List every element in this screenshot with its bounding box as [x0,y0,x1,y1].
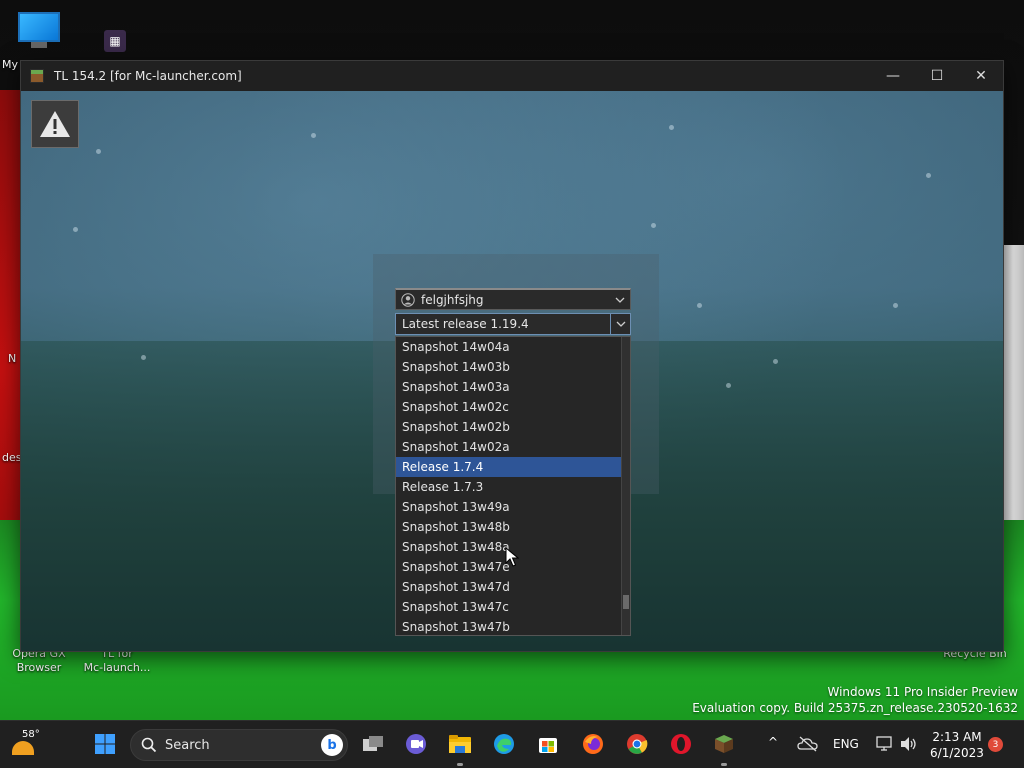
version-selected: Latest release 1.19.4 [402,317,529,331]
watermark-line-2: Evaluation copy. Build 25375.zn_release.… [692,701,1018,715]
microsoft-store-icon[interactable] [535,731,561,757]
volume-icon[interactable] [896,731,922,757]
tray-chevron-icon[interactable]: ^ [768,735,778,749]
tl-launcher-icon[interactable] [711,731,737,757]
desktop-label-des: des [2,451,22,464]
teams-chat-icon[interactable] [403,731,429,757]
maximize-button[interactable]: ☐ [915,61,959,91]
version-list-item[interactable]: Release 1.7.4 [396,457,622,477]
version-list-item[interactable]: Snapshot 13w47c [396,597,622,617]
search-label: Search [165,737,210,753]
version-list-item[interactable]: Snapshot 14w02a [396,437,622,457]
wallpaper-white [1002,245,1024,545]
notification-badge[interactable]: 3 [988,737,1003,752]
this-pc-icon[interactable] [18,12,60,50]
network-icon[interactable] [872,731,898,757]
version-list-item[interactable]: Snapshot 14w02b [396,417,622,437]
launcher-background: felgjhfsjhg Latest release 1.19.4 Snapsh… [21,91,1003,651]
desktop-label-my: My [2,58,19,71]
version-list-item[interactable]: Snapshot 14w04a [396,337,622,357]
close-button[interactable]: ✕ [959,61,1003,91]
minecraft-block-icon [30,69,44,83]
weather-widget[interactable]: 58° [10,729,40,761]
version-list-item[interactable]: Snapshot 13w47b [396,617,622,635]
version-list-item[interactable]: Snapshot 13w48b [396,517,622,537]
title-bar[interactable]: TL 154.2 [for Mc-launcher.com] — ☐ ✕ [21,61,1003,91]
taskbar-clock[interactable]: 2:13 AM 6/1/2023 [924,729,990,761]
version-list-item[interactable]: Snapshot 13w49a [396,497,622,517]
clock-date: 6/1/2023 [930,746,984,760]
version-list-item[interactable]: Release 1.7.3 [396,477,622,497]
version-dropdown[interactable]: Latest release 1.19.4 [395,313,631,335]
desktop-label-n: N [8,352,17,365]
firefox-icon[interactable] [580,731,606,757]
version-list[interactable]: Snapshot 14w04a Snapshot 14w03b Snapshot 1… [395,336,631,636]
chrome-icon[interactable] [624,731,650,757]
taskbar-search[interactable]: Search b [130,729,348,761]
taskbar: 58° Search b ^ ENG 2:13 AM 6/1/2023 3 [0,720,1024,768]
warning-button[interactable] [31,100,79,148]
window-title: TL 154.2 [for Mc-launcher.com] [54,69,242,83]
watermark-line-1: Windows 11 Pro Insider Preview [827,685,1018,699]
account-dropdown[interactable]: felgjhfsjhg [395,288,631,310]
version-list-item[interactable]: Snapshot 14w03b [396,357,622,377]
version-list-item[interactable]: Snapshot 14w02c [396,397,622,417]
edge-browser-icon[interactable] [491,731,517,757]
start-button[interactable] [92,731,118,757]
launcher-window: TL 154.2 [for Mc-launcher.com] — ☐ ✕ fel… [20,60,1004,652]
version-list-scrollbar[interactable] [621,337,630,635]
opera-icon[interactable] [668,731,694,757]
search-icon [141,737,157,753]
weather-temp: 58° [22,729,40,740]
mouse-cursor-icon [505,547,519,567]
chevron-down-icon[interactable] [610,314,630,334]
user-icon [401,292,415,307]
account-name: felgjhfsjhg [421,292,484,307]
scrollbar-thumb[interactable] [623,595,629,609]
onedrive-off-icon[interactable] [795,731,821,757]
windows-logo-icon [95,734,115,754]
version-list-item[interactable]: Snapshot 14w03a [396,377,622,397]
weather-sun-icon [12,741,34,755]
clock-time: 2:13 AM [932,730,982,744]
bing-icon[interactable]: b [321,734,343,756]
version-list-item[interactable]: Snapshot 13w47d [396,577,622,597]
file-explorer-icon[interactable] [447,731,473,757]
task-view-icon[interactable] [360,731,386,757]
minimize-button[interactable]: — [871,61,915,91]
warning-icon [40,111,70,137]
chevron-down-icon[interactable] [610,290,630,310]
desktop-app-icon[interactable]: ▦ [104,30,126,52]
language-indicator[interactable]: ENG [833,737,859,751]
